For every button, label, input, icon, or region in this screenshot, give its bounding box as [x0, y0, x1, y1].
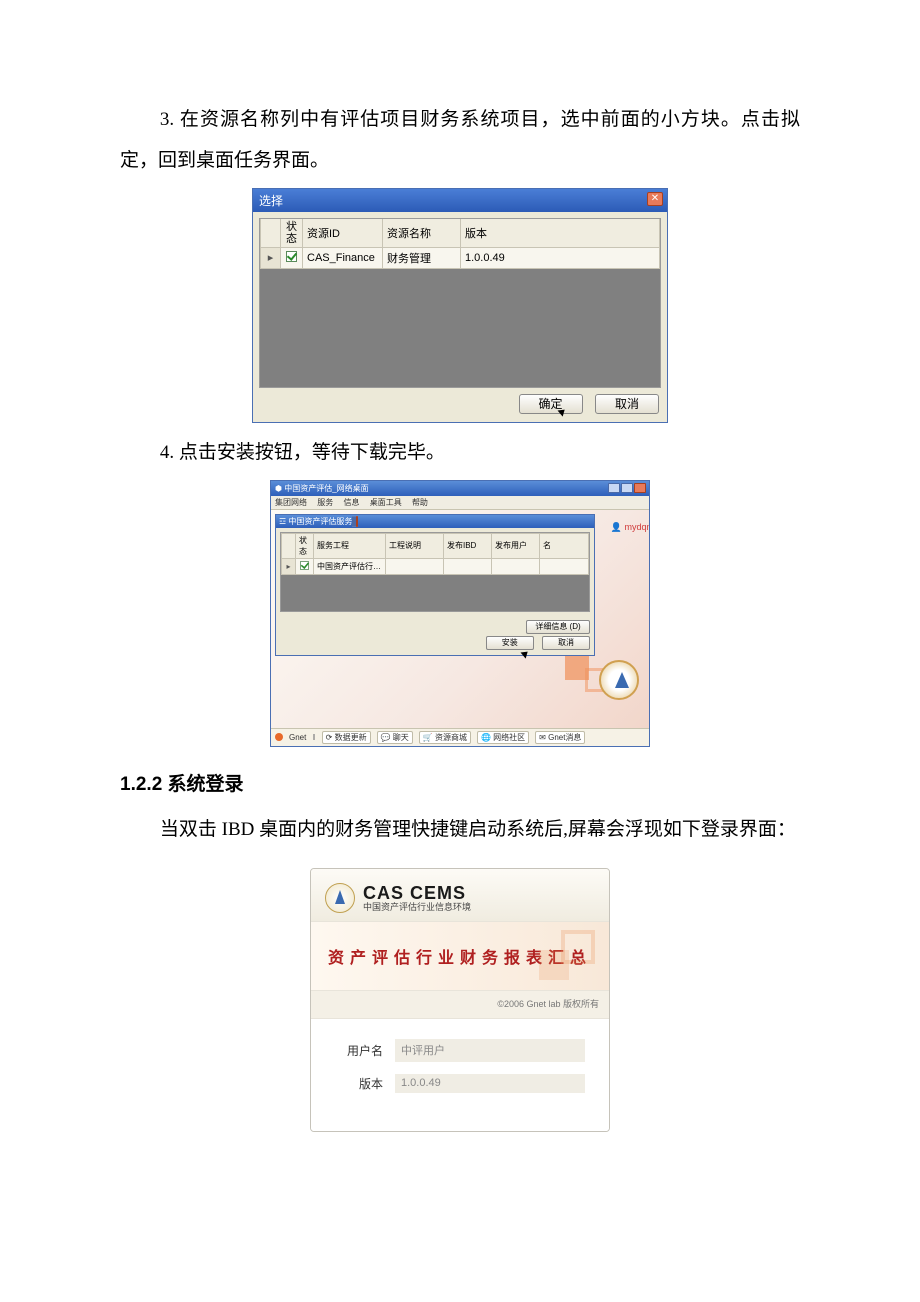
maximize-icon[interactable] — [621, 483, 633, 493]
status-item[interactable]: 🌐 网络社区 — [477, 731, 529, 744]
close-icon[interactable] — [634, 483, 646, 493]
close-icon[interactable]: ✕ — [647, 192, 663, 206]
col-row-selector — [261, 219, 281, 248]
login-banner: 资产评估行业财务报表汇总 — [311, 922, 609, 991]
col-row-selector — [282, 533, 296, 558]
col-service: 服务工程 — [314, 533, 386, 558]
divider-icon: ‖ — [312, 733, 315, 742]
user-indicator: 👤 mydqnye — [611, 522, 649, 533]
ok-button[interactable]: 确定 — [519, 394, 583, 414]
menu-item[interactable]: 帮助 — [412, 498, 428, 507]
cancel-button[interactable]: 取消 — [595, 394, 659, 414]
sub-titlebar: ☲ 中国资产评估服务 — [276, 515, 594, 528]
heading-1-2-2: 1.2.2 系统登录 — [120, 769, 800, 796]
status-item[interactable]: ✉ Gnet消息 — [535, 731, 585, 744]
row-checkbox[interactable] — [286, 251, 297, 262]
row-checkbox[interactable] — [300, 561, 309, 570]
brand-title: CAS CEMS — [363, 884, 471, 904]
services-subwindow: ☲ 中国资产评估服务 状态 服务工程 工程说明 发布IBD 发布用户 — [275, 514, 595, 656]
menu-item[interactable]: 信息 — [343, 498, 359, 507]
para-login-intro: 当双击 IBD 桌面内的财务管理快捷键启动系统后,屏幕会浮现如下登录界面： — [120, 810, 800, 851]
col-version: 版本 — [461, 219, 660, 248]
services-grid: 状态 服务工程 工程说明 发布IBD 发布用户 名 ▸ 中国资产评估行… — [280, 532, 590, 612]
appraisal-logo-icon — [599, 660, 639, 700]
username-label: 用户名 — [335, 1042, 383, 1059]
status-item[interactable]: 🛒 资源商城 — [419, 731, 471, 744]
detail-button[interactable]: 详细信息 (D) — [526, 620, 590, 634]
status-item[interactable]: ⟳ 数据更新 — [322, 731, 371, 744]
menu-item[interactable]: 集团网络 — [275, 498, 307, 507]
table-row[interactable]: ▸ 中国资产评估行… — [282, 558, 589, 574]
status-brand: Gnet — [289, 733, 306, 742]
col-state: 状态 — [296, 533, 314, 558]
cell-version: 1.0.0.49 — [461, 247, 660, 268]
select-dialog: 选择 ✕ 状态 资源ID 资源名称 版本 ▸ CAS_Finance 财务管理 … — [252, 188, 668, 423]
app-titlebar: ⬢ 中国资产评估_网络桌面 — [271, 481, 649, 496]
para-4: 4. 点击安装按钮，等待下载完毕。 — [120, 433, 800, 474]
app-menu-bar: 集团网络 服务 信息 桌面工具 帮助 — [271, 496, 649, 510]
col-resource-id: 资源ID — [303, 219, 383, 248]
brand-subtitle: 中国资产评估行业信息环境 — [363, 903, 471, 913]
cell-service-name: 中国资产评估行… — [314, 558, 386, 574]
resource-grid: 状态 资源ID 资源名称 版本 ▸ CAS_Finance 财务管理 1.0.0… — [259, 218, 661, 388]
dialog-title: 选择 ✕ — [253, 189, 667, 212]
version-field: 1.0.0.49 — [395, 1074, 585, 1093]
menu-item[interactable]: 桌面工具 — [370, 498, 402, 507]
close-icon[interactable] — [356, 516, 358, 527]
cas-logo-icon — [325, 883, 355, 913]
status-item[interactable]: 💬 聊天 — [377, 731, 413, 744]
install-button[interactable]: 安装 — [486, 636, 534, 650]
desktop-app-window: ⬢ 中国资产评估_网络桌面 集团网络 服务 信息 桌面工具 帮助 👤 mydqn… — [270, 480, 650, 747]
menu-item[interactable]: 服务 — [317, 498, 333, 507]
cell-resource-id: CAS_Finance — [303, 247, 383, 268]
row-selector-icon: ▸ — [261, 247, 281, 268]
status-dot-icon — [275, 733, 283, 741]
login-panel: CAS CEMS 中国资产评估行业信息环境 资产评估行业财务报表汇总 ©2006… — [310, 868, 610, 1132]
col-name: 名 — [540, 533, 589, 558]
copyright: ©2006 Gnet lab 版权所有 — [311, 991, 609, 1019]
cell-resource-name: 财务管理 — [383, 247, 461, 268]
version-label: 版本 — [335, 1075, 383, 1092]
para-3: 3. 在资源名称列中有评估项目财务系统项目，选中前面的小方块。点击拟定，回到桌面… — [120, 100, 800, 182]
col-publish-ibd: 发布IBD — [444, 533, 492, 558]
col-resource-name: 资源名称 — [383, 219, 461, 248]
minimize-icon[interactable] — [608, 483, 620, 493]
col-desc: 工程说明 — [386, 533, 444, 558]
cancel-button[interactable]: 取消 — [542, 636, 590, 650]
col-state: 状态 — [281, 219, 303, 248]
app-icon: ⬢ — [275, 484, 284, 493]
username-field[interactable]: 中评用户 — [395, 1039, 585, 1062]
col-publish-user: 发布用户 — [492, 533, 540, 558]
cursor-icon — [521, 648, 531, 658]
decor-square — [539, 950, 569, 980]
status-bar: Gnet ‖ ⟳ 数据更新 💬 聊天 🛒 资源商城 🌐 网络社区 ✉ Gnet消… — [271, 728, 649, 746]
table-row[interactable]: ▸ CAS_Finance 财务管理 1.0.0.49 — [261, 247, 660, 268]
